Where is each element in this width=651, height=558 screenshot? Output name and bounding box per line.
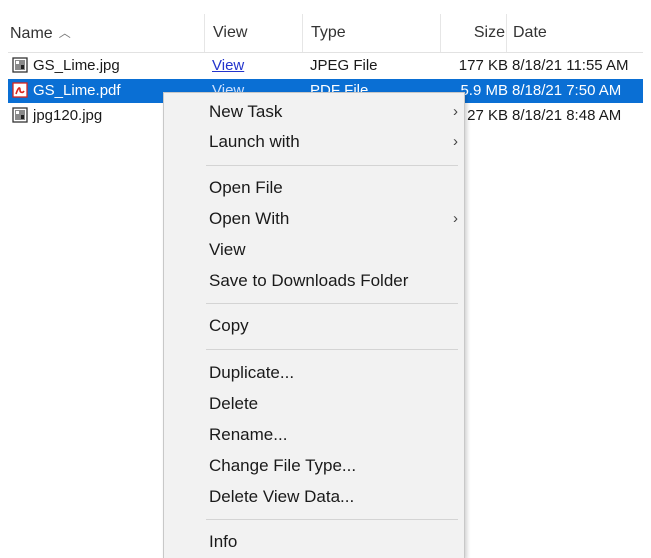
menu-item-view[interactable]: View [164,235,464,265]
menu-separator [206,165,458,166]
menu-item-info[interactable]: Info [164,527,464,557]
column-header-name[interactable]: Name ︿ [10,14,202,52]
menu-item-delete-view-data[interactable]: Delete View Data... [164,482,464,512]
file-date: 8/18/21 8:48 AM [512,107,622,124]
context-menu: New Task › Launch with › Open File Open Wi… [163,92,465,558]
file-type: JPEG File [310,57,378,74]
column-header-date[interactable]: Date [506,14,651,52]
sort-ascending-icon: ︿ [58,26,71,40]
menu-item-launch-with[interactable]: Launch with › [164,127,464,157]
menu-item-change-file-type[interactable]: Change File Type... [164,451,464,481]
menu-item-save-to-downloads[interactable]: Save to Downloads Folder [164,266,464,296]
menu-item-delete[interactable]: Delete [164,389,464,419]
menu-separator [206,519,458,520]
file-date: 8/18/21 7:50 AM [512,82,622,99]
menu-item-open-with[interactable]: Open With › [164,204,464,234]
submenu-arrow-icon: › [453,133,458,150]
image-file-icon [12,57,28,73]
file-name: jpg120.jpg [33,107,103,124]
image-file-icon [12,107,28,123]
menu-separator [206,303,458,304]
column-header-row: Name ︿ View Type Size Date [8,14,643,53]
file-name: GS_Lime.pdf [33,82,121,99]
column-header-size[interactable]: Size [440,14,509,52]
file-view-cell: View [212,54,300,78]
menu-item-open-file[interactable]: Open File [164,173,464,203]
menu-item-copy[interactable]: Copy [164,311,464,341]
menu-separator [206,349,458,350]
file-row[interactable]: GS_Lime.jpg View JPEG File 177 KB 8/18/2… [8,54,643,78]
column-header-type[interactable]: Type [302,14,447,52]
menu-item-new-task[interactable]: New Task › [164,97,464,127]
menu-item-rename[interactable]: Rename... [164,420,464,450]
submenu-arrow-icon: › [453,103,458,120]
submenu-arrow-icon: › [453,210,458,227]
menu-item-duplicate[interactable]: Duplicate... [164,358,464,388]
column-header-view[interactable]: View [204,14,309,52]
file-name-cell: GS_Lime.jpg [12,54,200,78]
file-name: GS_Lime.jpg [33,57,120,74]
file-size: 177 KB [458,57,508,74]
view-link[interactable]: View [212,57,244,74]
file-date: 8/18/21 11:55 AM [512,57,629,74]
pdf-file-icon [12,82,28,98]
